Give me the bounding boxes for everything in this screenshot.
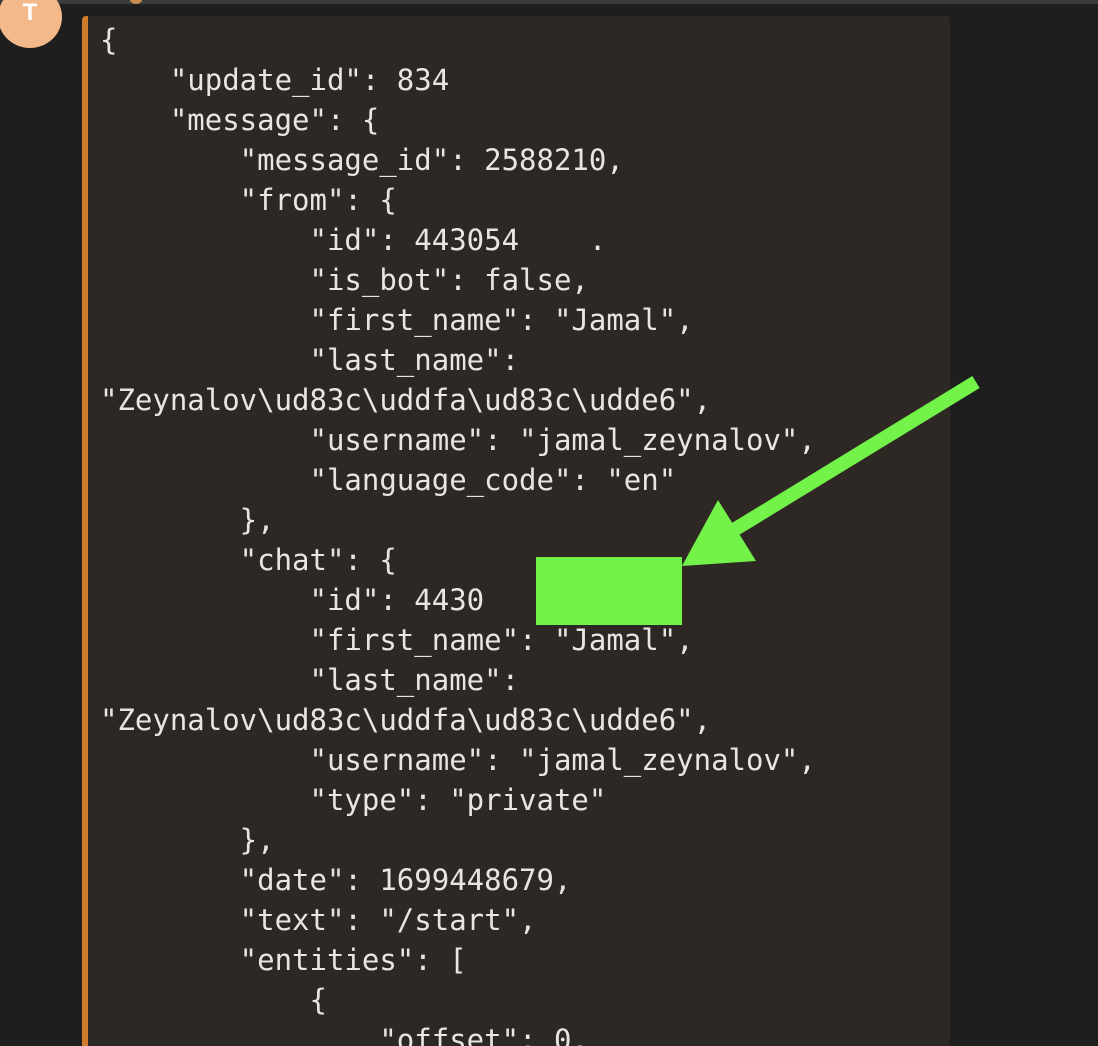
annotation-arrow-icon [682, 376, 980, 566]
arrow-shaft [720, 376, 980, 542]
arrow-head [682, 500, 756, 566]
